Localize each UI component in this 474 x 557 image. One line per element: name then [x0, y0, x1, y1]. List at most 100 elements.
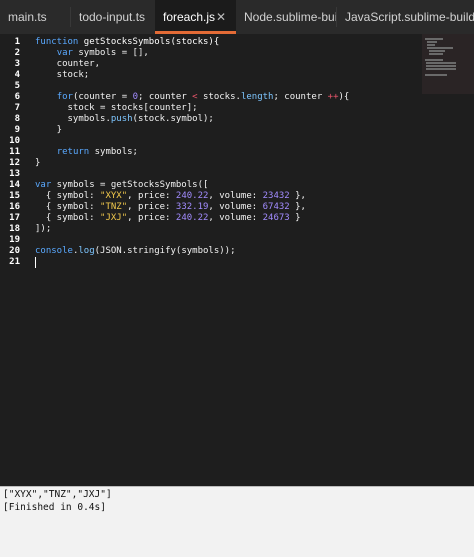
code-text: } [35, 125, 63, 135]
line-number: 13 [9, 169, 20, 179]
string-literal: "TNZ" [100, 202, 128, 212]
code-text: getStocksSymbols(stocks){ [83, 37, 220, 47]
line-number: 2 [14, 48, 20, 58]
code-text: stock = stocks[counter]; [35, 103, 198, 113]
number-literal: 240.22 [175, 213, 209, 223]
code-text: { symbol: [35, 213, 101, 223]
tab-main-ts[interactable]: main.ts [0, 0, 70, 34]
code-line: 15 { symbol: "XYX", price: 240.22, volum… [9, 191, 414, 202]
code-text: { symbol: [35, 202, 101, 212]
code-text: (counter = [72, 92, 133, 102]
code-text: ; counter [273, 92, 328, 102]
tab-label: todo-input.ts [79, 10, 146, 24]
line-number: 19 [9, 235, 20, 245]
code-line: 12} [9, 158, 414, 169]
code-text: symbols = getStocksSymbols([ [51, 180, 209, 190]
code-line: 18]); [9, 224, 414, 235]
line-number: 5 [14, 81, 20, 91]
code-line: 17 { symbol: "JXJ", price: 240.22, volum… [9, 213, 414, 224]
line-number: 4 [14, 70, 20, 80]
keyword: console [35, 246, 73, 256]
output-line: [Finished in 0.4s] [3, 502, 106, 513]
code-line: 21 [9, 257, 414, 268]
tab-foreach-js[interactable]: foreach.js ✕ [155, 0, 236, 34]
code-text: } [35, 158, 41, 168]
code-text: ; counter [137, 92, 193, 102]
code-line: 20 console.log(JSON.stringify(symbols)); [9, 246, 414, 257]
code-text: counter, [35, 59, 101, 69]
tab-node-sublime-build[interactable]: Node.sublime-build [236, 0, 336, 34]
code-text: stocks. [197, 92, 241, 102]
keyword: var [35, 180, 52, 190]
line-number: 14 [9, 180, 20, 190]
code-text: { symbol: [35, 191, 101, 201]
code-text: }, [289, 191, 306, 201]
line-number: 16 [9, 202, 20, 212]
code-text: ]); [35, 224, 52, 234]
line-number: 20 [9, 246, 20, 256]
close-icon[interactable]: ✕ [216, 0, 226, 34]
line-number: 11 [9, 147, 20, 157]
minimap-line [427, 41, 437, 43]
text-cursor [35, 257, 36, 268]
line-number: 17 [9, 213, 20, 223]
code-line: 1 function getStocksSymbols(stocks){ [15, 37, 414, 48]
operator: ++ [327, 92, 339, 102]
minimap-line [429, 53, 443, 55]
number-literal: 332.19 [175, 202, 209, 212]
tab-label: foreach.js [163, 10, 216, 24]
keyword: function [35, 37, 84, 47]
code-editor[interactable]: 1 function getStocksSymbols(stocks){ 2 va… [0, 34, 474, 486]
property: log [78, 246, 95, 256]
minimap-line [427, 44, 435, 46]
build-output-panel[interactable]: ["XYX","TNZ","JXJ"] [Finished in 0.4s] [0, 486, 474, 557]
code-line: 5 [15, 81, 414, 92]
number-literal: 67432 [262, 202, 290, 212]
tab-todo-input-ts[interactable]: todo-input.ts [71, 0, 155, 34]
line-number: 9 [14, 125, 20, 135]
code-line: 9 } [15, 125, 414, 136]
line-number: 3 [14, 59, 20, 69]
line-number: 18 [9, 224, 20, 234]
code-text: } [289, 213, 301, 223]
code-line: 11 return symbols; [9, 147, 414, 158]
minimap[interactable] [422, 34, 474, 94]
code-area[interactable]: 1 function getStocksSymbols(stocks){ 2 va… [9, 37, 414, 268]
code-line: 14 var symbols = getStocksSymbols([ [9, 180, 414, 191]
code-text: , price: [127, 202, 176, 212]
code-line: 8 symbols.push(stock.symbol); [15, 114, 414, 125]
keyword: return [56, 147, 90, 157]
tab-javascript-sublime-build[interactable]: JavaScript.sublime-build [337, 0, 474, 34]
line-number: 7 [14, 103, 20, 113]
code-text: stock; [35, 70, 90, 80]
line-number: 8 [14, 114, 20, 124]
code-text: (stock.symbol); [132, 114, 214, 124]
code-text: , volume: [208, 202, 263, 212]
line-number: 21 [9, 257, 20, 267]
code-line: 13 [9, 169, 414, 180]
code-line: 3 counter, [15, 59, 414, 70]
code-line: 6 for(counter = 0; counter < stocks.leng… [15, 92, 414, 103]
line-number: 10 [9, 136, 20, 146]
code-text: symbols; [89, 147, 138, 157]
number-literal: 240.22 [175, 191, 209, 201]
keyword: var [56, 48, 73, 58]
output-line: ["XYX","TNZ","JXJ"] [3, 489, 112, 500]
keyword: for [56, 92, 73, 102]
code-text: , price: [127, 191, 176, 201]
line-number: 12 [9, 158, 20, 168]
tab-label: Node.sublime-build [244, 10, 336, 24]
tab-label: JavaScript.sublime-build [345, 10, 474, 24]
code-text: (JSON.stringify(symbols)); [94, 246, 236, 256]
tab-label: main.ts [8, 10, 47, 24]
code-text: , volume: [208, 191, 263, 201]
line-number: 15 [9, 191, 20, 201]
string-literal: "XYX" [100, 191, 128, 201]
code-text: symbols. [35, 114, 111, 124]
number-literal: 23432 [262, 191, 290, 201]
number-literal: 24673 [262, 213, 290, 223]
code-text: }, [289, 202, 306, 212]
minimap-line [426, 68, 456, 70]
code-line: 19 [9, 235, 414, 246]
